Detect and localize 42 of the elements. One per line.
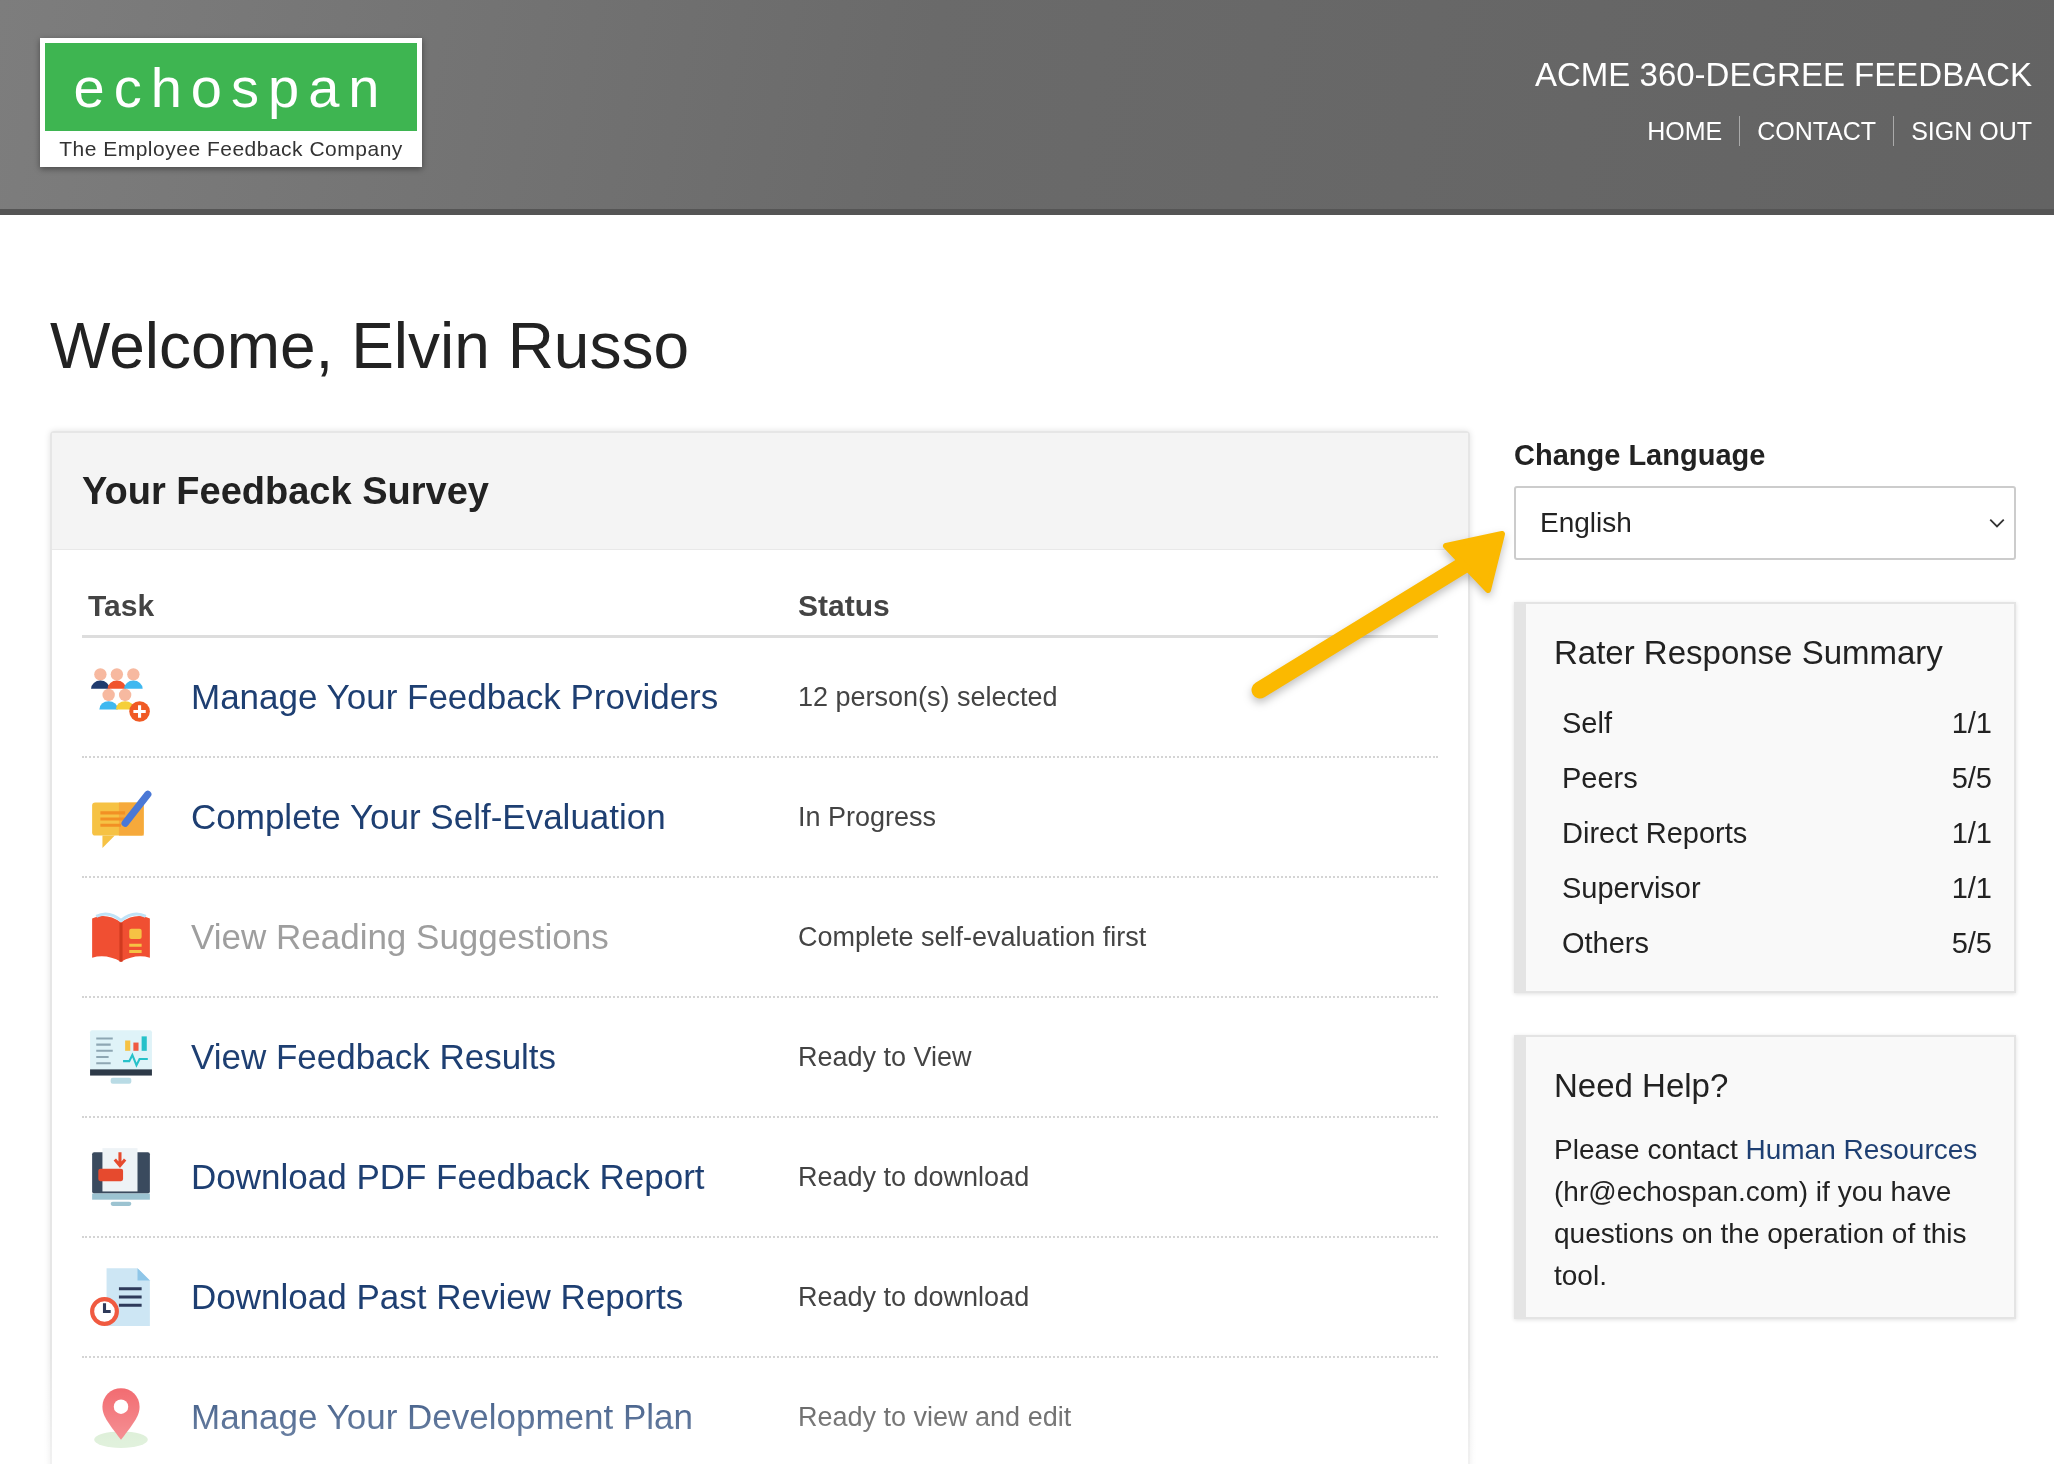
task-status: Ready to download: [798, 1281, 1030, 1313]
task-status: In Progress: [798, 801, 937, 833]
rater-count: 1/1: [1951, 707, 1992, 740]
panel-title: Need Help?: [1554, 1067, 1730, 1105]
task-status: Ready to download: [798, 1161, 1030, 1193]
card-title: Your Feedback Survey: [82, 469, 489, 513]
task-link[interactable]: Manage Your Development Plan: [191, 1397, 693, 1437]
task-status: Ready to view and edit: [798, 1401, 1072, 1433]
language-dropdown[interactable]: English: [1514, 486, 2016, 560]
task-status: Ready to View: [798, 1041, 972, 1073]
column-header: Status: [798, 589, 890, 623]
rater-group: Supervisor: [1562, 872, 1701, 905]
task-link[interactable]: Manage Your Feedback Providers: [191, 677, 719, 717]
column-header: Task: [87, 589, 156, 623]
rater-count: 1/1: [1951, 872, 1992, 905]
logo-wordmark: echospan: [73, 54, 389, 120]
task-link: View Reading Suggestions: [191, 917, 609, 957]
rater-group: Direct Reports: [1562, 817, 1748, 850]
field-label: Change Language: [1514, 439, 1767, 472]
hr-link[interactable]: Human Resources: [1745, 1134, 1978, 1165]
nav-link[interactable]: CONTACT: [1757, 116, 1877, 146]
welcome-heading: Welcome, Elvin Russo: [50, 309, 691, 383]
logo-tagline: The Employee Feedback Company: [58, 137, 404, 161]
task-status: Complete self-evaluation first: [798, 921, 1147, 953]
app-title: ACME 360-DEGREE FEEDBACK: [1535, 56, 2032, 94]
rater-group: Self: [1562, 707, 1612, 740]
nav-link[interactable]: HOME: [1647, 116, 1723, 146]
rater-count: 5/5: [1951, 927, 1992, 960]
nav-link[interactable]: SIGN OUT: [1911, 116, 2032, 146]
task-link[interactable]: View Feedback Results: [191, 1037, 557, 1077]
rater-count: 1/1: [1951, 817, 1992, 850]
task-link[interactable]: Complete Your Self-Evaluation: [191, 797, 666, 837]
chevron-down-icon: [1988, 517, 2006, 529]
task-link[interactable]: Download PDF Feedback Report: [191, 1157, 705, 1197]
help-text: Please contact Human Resources (hr@echospan.com) if you have questions on the operation of this tool.: [1554, 1133, 1979, 1293]
panel-title: Rater Response Summary: [1554, 634, 1944, 672]
rater-group: Peers: [1562, 762, 1638, 795]
logo[interactable]: echospan The Employee Feedback Company: [40, 38, 422, 167]
rater-count: 5/5: [1951, 762, 1992, 795]
task-status: 12 person(s) selected: [798, 681, 1058, 713]
rater-group: Others: [1562, 927, 1650, 960]
task-link[interactable]: Download Past Review Reports: [191, 1277, 684, 1317]
